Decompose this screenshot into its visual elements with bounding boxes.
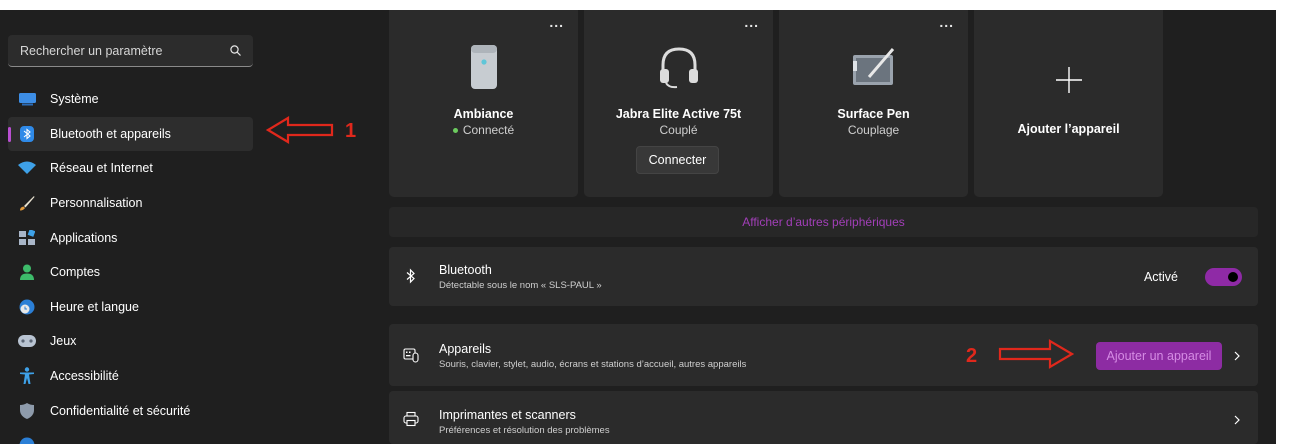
wifi-icon <box>18 159 36 177</box>
accessibility-icon <box>18 367 36 385</box>
row-subtitle: Détectable sous le nom « SLS-PAUL » <box>439 280 602 291</box>
sidebar-item-bluetooth[interactable]: Bluetooth et appareils <box>8 116 253 152</box>
sidebar-item-reseau[interactable]: Réseau et Internet <box>8 151 253 186</box>
device-card-jabra[interactable]: ... Jabra Elite Active 75t Couplé Connec… <box>584 10 773 197</box>
red-arrow-right-icon <box>998 339 1074 369</box>
apps-icon <box>18 229 36 247</box>
more-options-icon[interactable]: ... <box>549 14 564 30</box>
sidebar-item-label: Accessibilité <box>50 369 119 384</box>
sidebar-item-label: Réseau et Internet <box>50 161 153 176</box>
sidebar-item-windows-update[interactable] <box>8 428 253 444</box>
sidebar-item-label: Personnalisation <box>50 196 143 211</box>
shield-icon <box>18 402 36 420</box>
headset-icon <box>654 42 704 92</box>
sidebar-item-label: Confidentialité et sécurité <box>50 403 191 418</box>
sidebar-nav: Système Bluetooth et appareils Réseau et… <box>8 82 253 444</box>
toggle-state-label: Activé <box>1143 270 1178 284</box>
sidebar-item-personnalisation[interactable]: Personnalisation <box>8 186 253 221</box>
sidebar-item-applications[interactable]: Applications <box>8 220 253 255</box>
device-name: Jabra Elite Active 75t <box>615 107 742 121</box>
printer-icon <box>403 411 419 427</box>
device-cards: ... Ambiance Connecté ... Jabra Elite Ac… <box>389 10 1165 197</box>
annotation-number-1: 1 <box>345 120 357 142</box>
row-title: Appareils <box>439 342 492 356</box>
device-card-ambiance[interactable]: ... Ambiance Connecté <box>389 10 578 197</box>
sidebar-item-label: Applications <box>50 230 118 245</box>
sidebar-item-heure-langue[interactable]: Heure et langue <box>8 290 253 325</box>
account-icon <box>18 263 36 281</box>
annotation-number-2: 2 <box>966 345 978 367</box>
update-icon <box>18 436 36 444</box>
row-title: Imprimantes et scanners <box>439 408 576 422</box>
add-device-button[interactable]: Ajouter un appareil <box>1096 342 1222 370</box>
device-status: Connecté <box>389 123 578 137</box>
row-subtitle: Souris, clavier, stylet, audio, écrans e… <box>439 359 747 370</box>
add-device-card[interactable]: Ajouter l’appareil <box>974 10 1163 197</box>
sidebar: Système Bluetooth et appareils Réseau et… <box>0 10 262 444</box>
devices-row[interactable]: Appareils Souris, clavier, stylet, audio… <box>389 324 1258 386</box>
row-title: Bluetooth <box>439 263 492 277</box>
search-input[interactable] <box>8 35 223 66</box>
bluetooth-row: Bluetooth Détectable sous le nom « SLS-P… <box>389 247 1258 306</box>
pen-tablet-icon <box>849 42 899 92</box>
chevron-right-icon[interactable] <box>1232 415 1242 425</box>
device-name: Ambiance <box>453 107 514 121</box>
show-more-devices-link[interactable]: Afficher d’autres périphériques <box>389 207 1258 237</box>
brush-icon <box>18 194 36 212</box>
sidebar-item-label: Système <box>50 92 99 107</box>
sidebar-item-systeme[interactable]: Système <box>8 82 253 117</box>
add-device-label: Ajouter l’appareil <box>1017 122 1120 136</box>
printers-row[interactable]: Imprimantes et scanners Préférences et r… <box>389 391 1258 444</box>
keyboard-mouse-icon <box>403 348 419 363</box>
device-status: Couplage <box>847 123 900 137</box>
toggle-knob <box>1228 272 1238 282</box>
device-card-surface-pen[interactable]: ... Surface Pen Couplage <box>779 10 968 197</box>
plus-icon <box>1055 67 1082 93</box>
sidebar-item-accessibilite[interactable]: Accessibilité <box>8 359 253 394</box>
more-options-icon[interactable]: ... <box>744 14 759 30</box>
sidebar-item-label: Comptes <box>50 265 101 280</box>
monitor-icon <box>18 90 36 108</box>
row-subtitle: Préférences et résolution des problèmes <box>439 425 610 436</box>
bluetooth-icon <box>18 125 36 143</box>
globe-clock-icon <box>18 298 36 316</box>
bluetooth-toggle[interactable] <box>1205 268 1242 286</box>
connect-button[interactable]: Connecter <box>636 146 719 174</box>
sidebar-item-label: Bluetooth et appareils <box>50 126 171 141</box>
search-icon[interactable] <box>229 44 243 58</box>
sidebar-item-confidentialite[interactable]: Confidentialité et sécurité <box>8 393 253 428</box>
sidebar-item-jeux[interactable]: Jeux <box>8 324 253 359</box>
connected-dot-icon <box>452 128 458 134</box>
speaker-icon <box>459 42 509 92</box>
gamepad-icon <box>18 332 36 350</box>
sidebar-item-label: Jeux <box>50 334 77 349</box>
device-status: Couplé <box>659 123 698 137</box>
settings-window: Système Bluetooth et appareils Réseau et… <box>0 10 1276 444</box>
red-arrow-left-icon <box>266 116 334 144</box>
sidebar-item-comptes[interactable]: Comptes <box>8 255 253 290</box>
chevron-right-icon[interactable] <box>1232 351 1242 361</box>
search-box[interactable] <box>8 35 253 67</box>
more-options-icon[interactable]: ... <box>939 14 954 30</box>
sidebar-item-label: Heure et langue <box>50 299 139 314</box>
device-name: Surface Pen <box>837 107 910 121</box>
bluetooth-icon <box>406 268 415 284</box>
